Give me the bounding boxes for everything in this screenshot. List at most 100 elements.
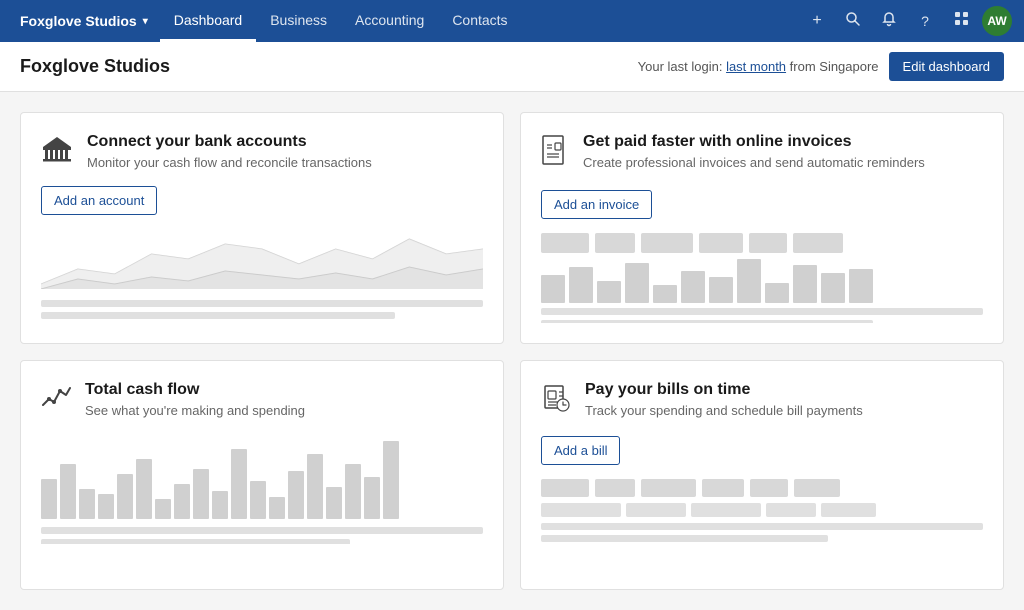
card-action-bank: Add an account [41, 186, 483, 215]
grid-icon [954, 11, 969, 31]
inv-block [641, 233, 693, 253]
inv-bar [821, 273, 845, 303]
bill-block [750, 479, 788, 497]
bill-block [794, 479, 840, 497]
nav-dashboard[interactable]: Dashboard [160, 0, 257, 42]
bill-block [641, 479, 696, 497]
brand-label: Foxglove Studios [20, 13, 137, 29]
bill-block [626, 503, 686, 517]
help-icon: ? [921, 13, 929, 29]
card-header-bills: Pay your bills on time Track your spendi… [541, 381, 983, 420]
brand-caret: ▾ [143, 16, 148, 27]
cf-bar [60, 464, 76, 519]
invoices-card: Get paid faster with online invoices Cre… [520, 112, 1004, 344]
bills-icon [541, 383, 571, 420]
nav-contacts[interactable]: Contacts [438, 0, 521, 42]
cf-bar [250, 481, 266, 519]
login-prefix: Your last login: [638, 59, 726, 74]
invoices-placeholder [541, 233, 983, 323]
help-button[interactable]: ? [910, 6, 940, 36]
bills-card: Pay your bills on time Track your spendi… [520, 360, 1004, 590]
nav-links: Dashboard Business Accounting Contacts [160, 0, 522, 42]
page-title: Foxglove Studios [20, 56, 170, 77]
inv-bar [541, 275, 565, 303]
cf-bar [231, 449, 247, 519]
cf-bar [174, 484, 190, 519]
placeholder-line [41, 539, 350, 544]
inv-bar [653, 285, 677, 303]
top-navigation: Foxglove Studios ▾ Dashboard Business Ac… [0, 0, 1024, 42]
avatar-initials: AW [987, 14, 1006, 28]
bell-icon [881, 11, 897, 32]
inv-bar [849, 269, 873, 303]
placeholder-line [41, 300, 483, 307]
card-action-bills: Add a bill [541, 436, 983, 465]
inv-row1 [541, 233, 983, 253]
placeholder-line [541, 308, 983, 315]
cf-bar [155, 499, 171, 519]
apps-button[interactable] [946, 6, 976, 36]
inv-block [749, 233, 787, 253]
cf-bar [345, 464, 361, 519]
inv-block [793, 233, 843, 253]
edit-dashboard-button[interactable]: Edit dashboard [889, 52, 1004, 81]
bills-row1 [541, 479, 983, 497]
card-subtitle-cashflow: See what you're making and spending [85, 403, 305, 418]
card-text-cashflow: Total cash flow See what you're making a… [85, 381, 305, 418]
card-title-bills: Pay your bills on time [585, 381, 863, 399]
placeholder-line [541, 320, 873, 323]
cf-bar [326, 487, 342, 519]
add-button[interactable]: + [802, 6, 832, 36]
inv-block [541, 233, 589, 253]
card-header-invoices: Get paid faster with online invoices Cre… [541, 133, 983, 174]
login-suffix: from Singapore [786, 59, 879, 74]
card-action-invoices: Add an invoice [541, 190, 983, 219]
cashflow-bars [41, 434, 483, 519]
card-header-cashflow: Total cash flow See what you're making a… [41, 381, 483, 418]
inv-bar [793, 265, 817, 303]
dashboard-grid: Connect your bank accounts Monitor your … [20, 112, 1004, 590]
login-info: Your last login: last month from Singapo… [638, 59, 879, 74]
inv-bar [737, 259, 761, 303]
add-invoice-button[interactable]: Add an invoice [541, 190, 652, 219]
inv-block [595, 233, 635, 253]
card-header-bank: Connect your bank accounts Monitor your … [41, 133, 483, 170]
cf-bar [79, 489, 95, 519]
bank-icon [41, 135, 73, 170]
nav-right: + ? [802, 6, 1012, 36]
bill-block [595, 479, 635, 497]
bills-row2 [541, 503, 983, 517]
cf-bar [136, 459, 152, 519]
main-content: Connect your bank accounts Monitor your … [0, 92, 1024, 610]
inv-bar [681, 271, 705, 303]
invoice-icon [541, 135, 569, 174]
nav-business[interactable]: Business [256, 0, 341, 42]
cf-bar [41, 479, 57, 519]
placeholder-line [541, 535, 828, 542]
card-subtitle-invoices: Create professional invoices and send au… [583, 155, 925, 170]
nav-accounting[interactable]: Accounting [341, 0, 438, 42]
cf-bar [307, 454, 323, 519]
cf-bar [117, 474, 133, 519]
cashflow-card: Total cash flow See what you're making a… [20, 360, 504, 590]
bill-block [541, 479, 589, 497]
cf-bar [212, 491, 228, 519]
add-bill-button[interactable]: Add a bill [541, 436, 620, 465]
inv-bar [709, 277, 733, 303]
notifications-button[interactable] [874, 6, 904, 36]
inv-bar [569, 267, 593, 303]
inv-bar [625, 263, 649, 303]
search-icon [845, 11, 861, 32]
subheader-right: Your last login: last month from Singapo… [638, 52, 1004, 81]
bank-accounts-card: Connect your bank accounts Monitor your … [20, 112, 504, 344]
cf-bar [269, 497, 285, 519]
bill-block [702, 479, 744, 497]
brand-button[interactable]: Foxglove Studios ▾ [12, 7, 156, 35]
card-text-bank: Connect your bank accounts Monitor your … [87, 133, 372, 170]
add-account-button[interactable]: Add an account [41, 186, 157, 215]
avatar-button[interactable]: AW [982, 6, 1012, 36]
inv-bar [597, 281, 621, 303]
search-button[interactable] [838, 6, 868, 36]
cf-bar [383, 441, 399, 519]
login-link[interactable]: last month [726, 59, 786, 74]
